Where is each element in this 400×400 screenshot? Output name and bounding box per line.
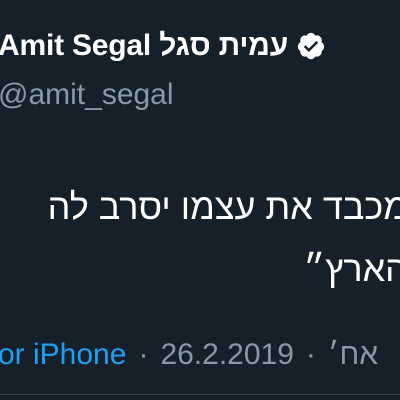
author-display-name[interactable]: Amit Segal עמית סגל (0, 28, 288, 64)
divider (0, 394, 400, 395)
author-row[interactable]: Amit Segal עמית סגל (0, 28, 326, 64)
meta-separator: · (305, 338, 316, 371)
tweet-text-line: הארץ״ (303, 248, 400, 289)
meta-separator: · (138, 338, 149, 371)
author-handle[interactable]: @amit_segal (0, 77, 174, 113)
verified-badge-icon (296, 31, 326, 61)
tweet-text-line: מכבד את עצמו יסרב לה (47, 186, 400, 227)
tweet-card: Amit Segal עמית סגל @amit_segal מכבד את … (0, 0, 400, 400)
tweet-meta: or iPhone · 26.2.2019 · אח׳ (0, 335, 378, 375)
tweet-time[interactable]: אח׳ (328, 338, 378, 371)
tweet-text: מכבד את עצמו יסרב לה הארץ״ (48, 176, 400, 300)
tweet-source-link[interactable]: or iPhone (0, 338, 126, 371)
tweet-date[interactable]: 26.2.2019 (160, 338, 293, 371)
